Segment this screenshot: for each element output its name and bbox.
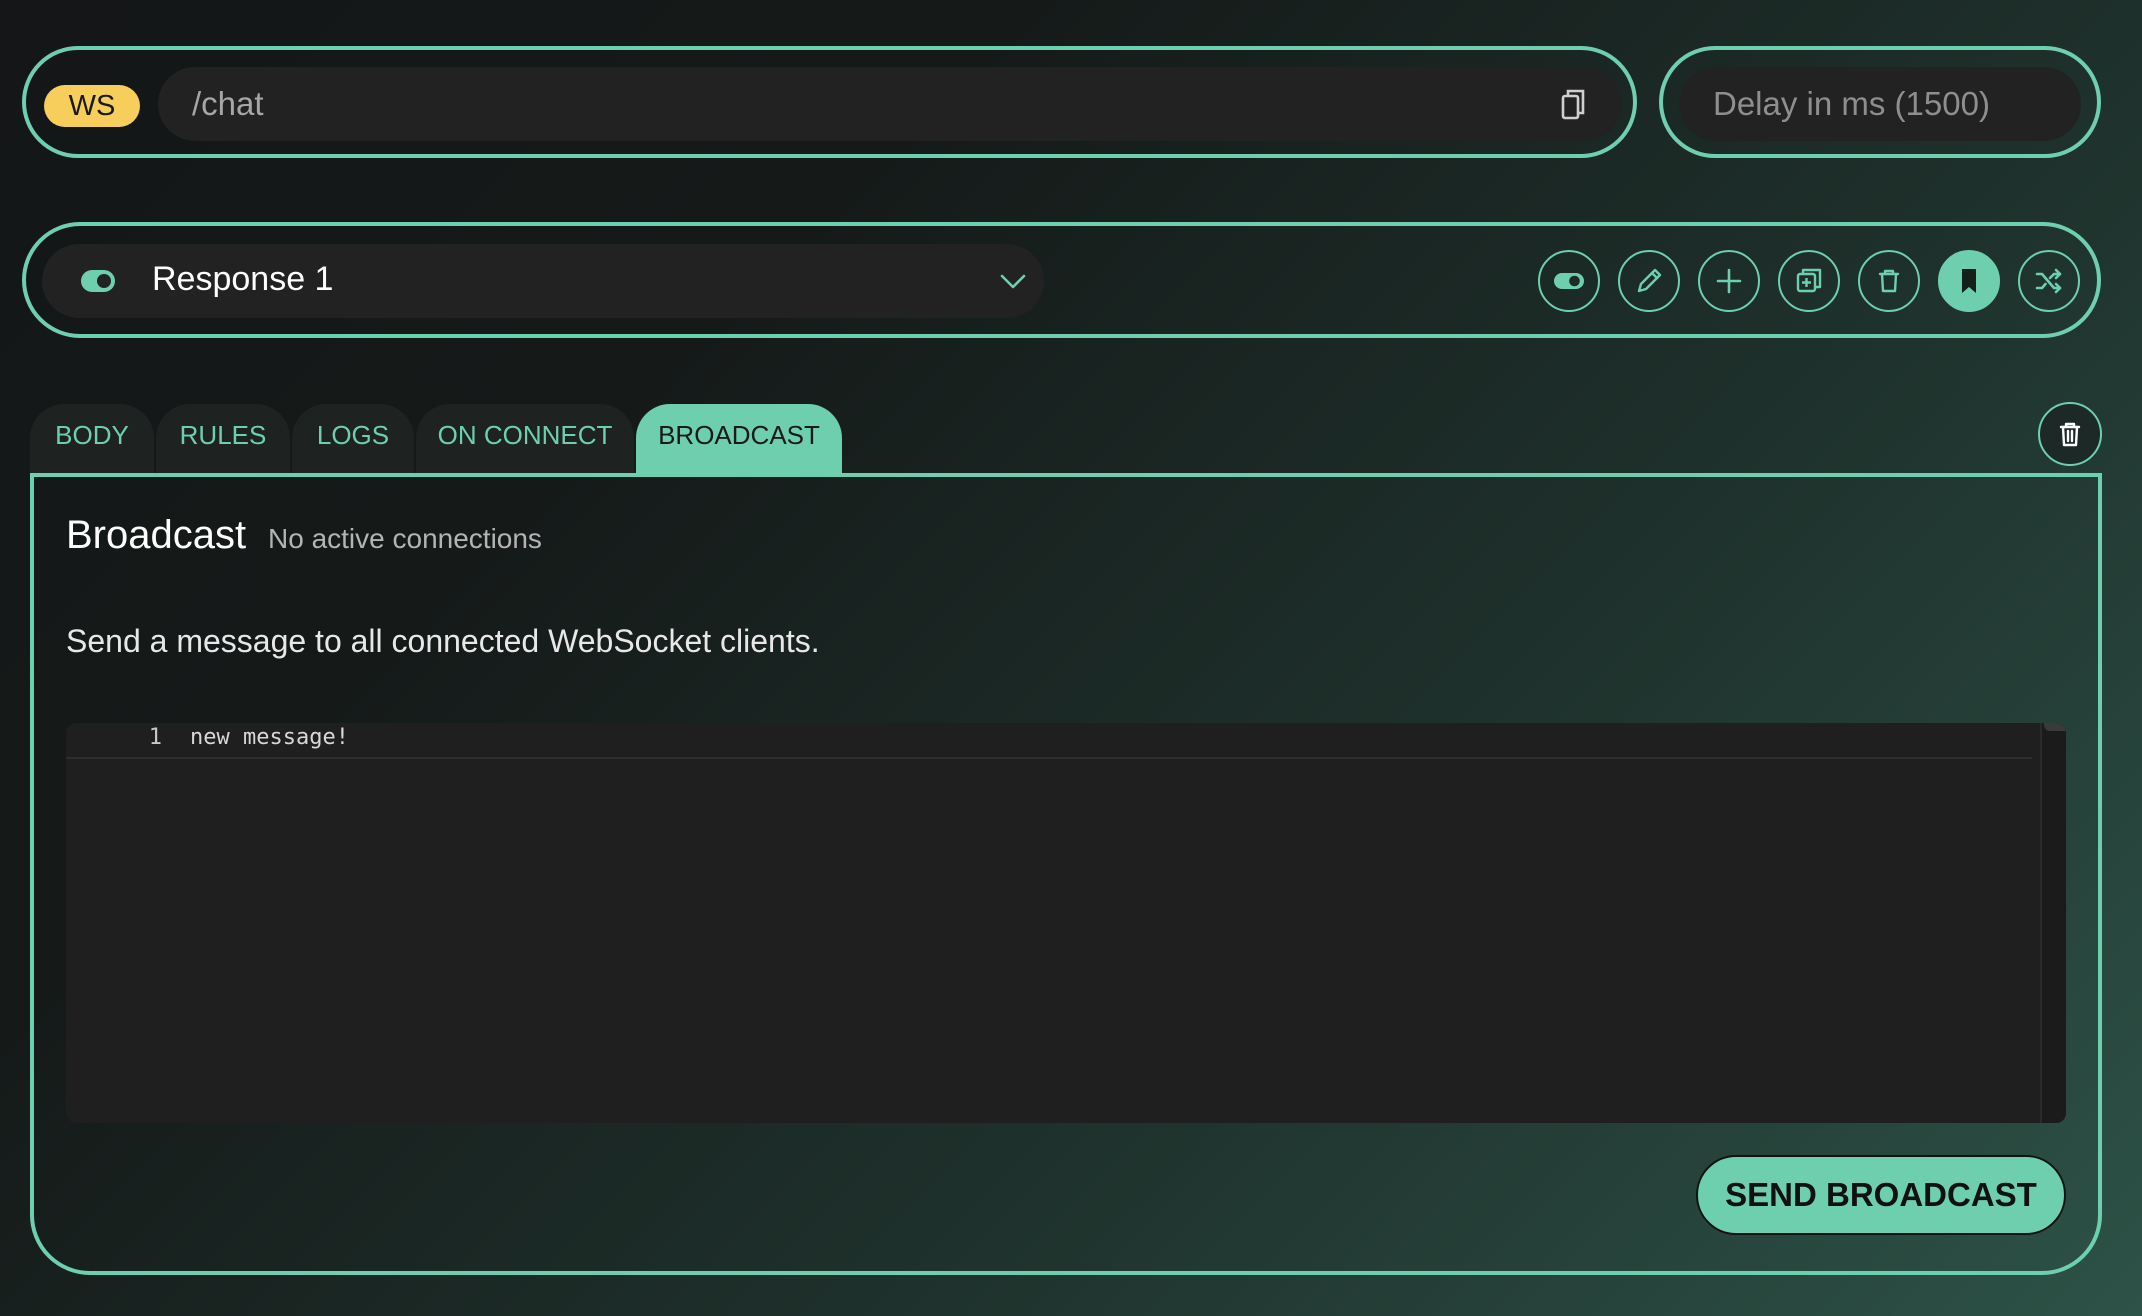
- bookmark-icon: [1962, 269, 1976, 293]
- bookmark-response-button[interactable]: [1938, 250, 2000, 312]
- line-number: 1: [148, 725, 162, 750]
- tab-logs[interactable]: LOGS: [292, 404, 414, 476]
- tab-body[interactable]: BODY: [30, 404, 154, 476]
- method-badge: WS: [44, 85, 140, 127]
- trash-icon: [2059, 422, 2081, 447]
- pencil-icon: [1637, 268, 1662, 293]
- line-text[interactable]: new message!: [190, 725, 349, 750]
- delay-bar: Delay in ms (1500): [1659, 46, 2101, 158]
- delay-placeholder: Delay in ms (1500): [1713, 85, 1990, 122]
- toggle-icon: [81, 270, 115, 292]
- send-broadcast-button[interactable]: SEND BROADCAST: [1696, 1155, 2066, 1235]
- route-bar: WS /chat: [22, 46, 1637, 158]
- trash-icon: [1878, 269, 1900, 293]
- clear-button[interactable]: [2038, 402, 2102, 466]
- random-response-button[interactable]: [2018, 250, 2080, 312]
- panel-title: Broadcast: [66, 513, 247, 557]
- plus-icon: [1716, 268, 1742, 294]
- response-label: Response 1: [152, 260, 334, 298]
- toggle-icon: [1554, 273, 1584, 289]
- duplicate-response-button[interactable]: [1778, 250, 1840, 312]
- chevron-down-icon: [1000, 274, 1026, 289]
- editor-scrollbar[interactable]: [2040, 723, 2066, 1123]
- tab-on-connect[interactable]: ON CONNECT: [416, 404, 634, 476]
- add-response-button[interactable]: [1698, 250, 1760, 312]
- panel-description: Send a message to all connected WebSocke…: [66, 623, 820, 659]
- editor-scrollbar-thumb[interactable]: [2044, 723, 2066, 731]
- broadcast-panel: Broadcast No active connections Send a m…: [30, 473, 2102, 1275]
- copy-icon[interactable]: [1557, 87, 1589, 123]
- route-path-text: /chat: [192, 85, 264, 122]
- edit-response-button[interactable]: [1618, 250, 1680, 312]
- delete-response-button[interactable]: [1858, 250, 1920, 312]
- delay-input[interactable]: Delay in ms (1500): [1679, 67, 2081, 141]
- response-bar: Response 1: [22, 222, 2101, 338]
- editor-line[interactable]: 1 new message!: [66, 723, 2032, 759]
- route-path-input[interactable]: /chat: [158, 67, 1621, 141]
- shuffle-icon: [2035, 268, 2062, 294]
- toggle-response-button[interactable]: [1538, 250, 1600, 312]
- response-select[interactable]: Response 1: [42, 244, 1044, 318]
- message-editor[interactable]: 1 new message!: [66, 723, 2066, 1123]
- connection-status: No active connections: [268, 523, 542, 554]
- tab-rules[interactable]: RULES: [156, 404, 290, 476]
- tab-broadcast[interactable]: BROADCAST: [636, 404, 842, 476]
- duplicate-icon: [1796, 268, 1822, 293]
